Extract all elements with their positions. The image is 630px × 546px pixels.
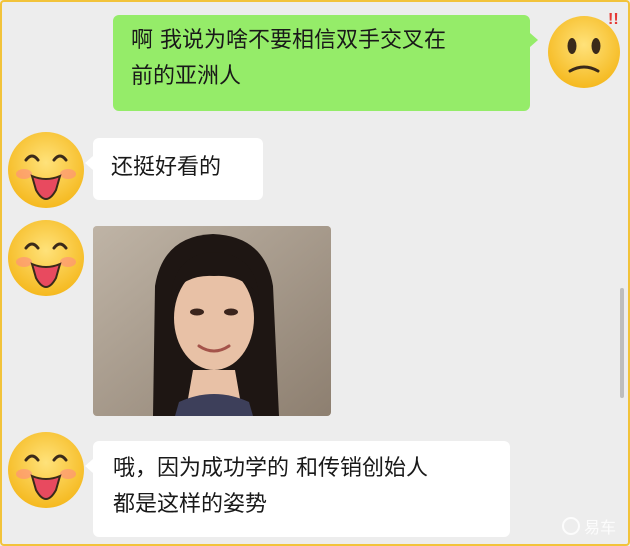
incoming-message-bubble[interactable]: 哦，因为成功学的 和传销创始人 都是这样的姿势: [85, 441, 510, 537]
image-message[interactable]: [93, 226, 331, 416]
tongue-out-face-emoji-icon[interactable]: [4, 428, 88, 512]
tongue-out-face-emoji-icon[interactable]: [4, 216, 88, 300]
message-text-line-2: 前的亚洲人: [131, 64, 242, 89]
photo-of-woman-icon: [93, 226, 331, 416]
bubble-tail: [530, 33, 538, 47]
bubble-tail: [85, 156, 93, 170]
incoming-message-bubble[interactable]: 还挺好看的: [85, 138, 263, 200]
yiche-logo-icon: [561, 517, 580, 535]
message-text-line-2: 都是这样的姿势: [113, 492, 268, 517]
watermark: 易车: [561, 514, 616, 538]
outgoing-message-bubble[interactable]: 啊 我说为啥不要相信双手交叉在 前的亚洲人: [113, 15, 538, 111]
svg-text:!!: !!: [608, 11, 619, 28]
tongue-out-face-emoji-icon[interactable]: [4, 128, 88, 212]
message-text-line-1: 哦，因为成功学的 和传销创始人: [113, 456, 428, 481]
worried-face-emoji-icon[interactable]: !!: [544, 8, 628, 92]
bubble-tail: [85, 459, 93, 473]
scrollbar[interactable]: [620, 288, 624, 398]
watermark-text: 易车: [583, 518, 616, 537]
message-text-line-1: 啊 我说为啥不要相信双手交叉在: [131, 28, 446, 53]
message-text: 还挺好看的: [111, 155, 222, 180]
